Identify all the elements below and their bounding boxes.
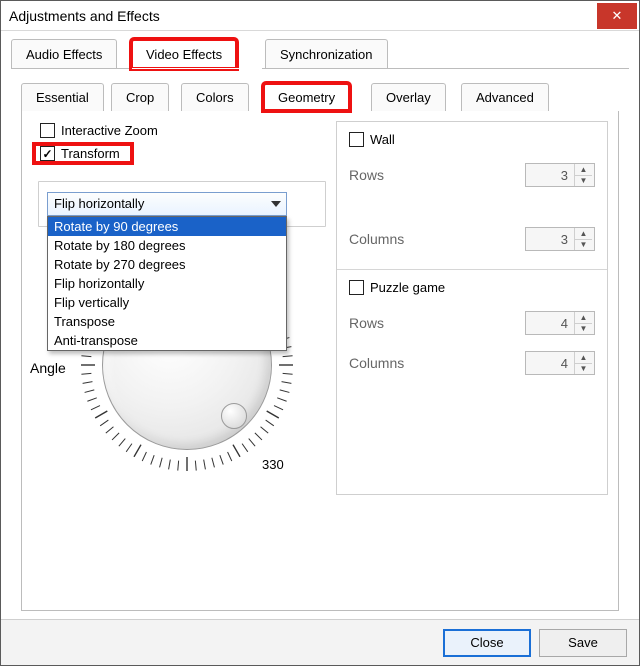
puzzle-rows-spinner[interactable]: ▲ ▼ — [525, 311, 595, 335]
wall-rows-input[interactable] — [526, 164, 574, 186]
transform-groupbox: Flip horizontally Rotate by 90 degrees R… — [38, 181, 326, 227]
wall-rows-spinner[interactable]: ▲ ▼ — [525, 163, 595, 187]
right-column: Wall Rows ▲ ▼ Columns — [336, 121, 608, 495]
transform-label: Transform — [61, 146, 120, 161]
wall-cols-label: Columns — [349, 231, 404, 247]
dropdown-option[interactable]: Rotate by 180 degrees — [48, 236, 286, 255]
tab-synchronization[interactable]: Synchronization — [265, 39, 388, 69]
dropdown-option[interactable]: Rotate by 270 degrees — [48, 255, 286, 274]
interactive-zoom-label: Interactive Zoom — [61, 123, 158, 138]
dial-handle-icon[interactable] — [221, 403, 247, 429]
tab-video-effects[interactable]: Video Effects — [131, 39, 237, 69]
wall-checkbox[interactable] — [349, 132, 364, 147]
puzzle-cols-row: Columns ▲ ▼ — [349, 351, 595, 375]
subtab-overlay[interactable]: Overlay — [371, 83, 446, 111]
dropdown-option[interactable]: Anti-transpose — [48, 331, 286, 350]
dial-tick-label-330: 330 — [262, 457, 284, 472]
puzzle-row[interactable]: Puzzle game — [349, 280, 595, 295]
tab-audio-effects[interactable]: Audio Effects — [11, 39, 117, 69]
window-close-button[interactable]: ✕ — [597, 3, 637, 29]
subtab-advanced[interactable]: Advanced — [461, 83, 549, 111]
wall-rows-label: Rows — [349, 167, 384, 183]
wall-rows-row: Rows ▲ ▼ — [349, 163, 595, 187]
spin-up-icon[interactable]: ▲ — [575, 164, 592, 176]
transform-dropdown-list[interactable]: Rotate by 90 degrees Rotate by 180 degre… — [47, 216, 287, 351]
puzzle-label: Puzzle game — [370, 280, 445, 295]
wall-cols-row: Columns ▲ ▼ — [349, 227, 595, 251]
puzzle-cols-label: Columns — [349, 355, 404, 371]
puzzle-checkbox[interactable] — [349, 280, 364, 295]
chevron-down-icon[interactable] — [266, 193, 286, 215]
transform-dropdown-value: Flip horizontally — [54, 196, 264, 211]
subtab-essential[interactable]: Essential — [21, 83, 104, 111]
dialog-footer: Close Save — [1, 619, 639, 665]
titlebar: Adjustments and Effects ✕ — [1, 1, 639, 31]
adjustments-window: Adjustments and Effects ✕ Audio Effects … — [0, 0, 640, 666]
main-tab-bar: Audio Effects Video Effects Synchronizat… — [11, 39, 629, 69]
puzzle-cols-input[interactable] — [526, 352, 574, 374]
puzzle-rows-row: Rows ▲ ▼ — [349, 311, 595, 335]
transform-row[interactable]: Transform — [34, 144, 132, 163]
wall-label: Wall — [370, 132, 395, 147]
window-title: Adjustments and Effects — [9, 8, 160, 24]
puzzle-cols-spinner[interactable]: ▲ ▼ — [525, 351, 595, 375]
spin-up-icon[interactable]: ▲ — [575, 352, 592, 364]
transform-dropdown[interactable]: Flip horizontally Rotate by 90 degrees R… — [47, 192, 287, 216]
dropdown-option[interactable]: Transpose — [48, 312, 286, 331]
sub-tab-bar: Essential Crop Colors Geometry Overlay A… — [21, 83, 619, 111]
puzzle-rows-input[interactable] — [526, 312, 574, 334]
close-button[interactable]: Close — [443, 629, 531, 657]
transform-checkbox[interactable] — [40, 146, 55, 161]
spin-up-icon[interactable]: ▲ — [575, 312, 592, 324]
spin-down-icon[interactable]: ▼ — [575, 240, 592, 251]
spin-down-icon[interactable]: ▼ — [575, 324, 592, 335]
spin-down-icon[interactable]: ▼ — [575, 364, 592, 375]
dropdown-option[interactable]: Flip horizontally — [48, 274, 286, 293]
wall-row[interactable]: Wall — [349, 132, 595, 147]
spin-up-icon[interactable]: ▲ — [575, 228, 592, 240]
interactive-zoom-row[interactable]: Interactive Zoom — [40, 123, 332, 138]
wall-cols-spinner[interactable]: ▲ ▼ — [525, 227, 595, 251]
angle-label: Angle — [30, 360, 66, 376]
wall-cols-input[interactable] — [526, 228, 574, 250]
puzzle-rows-label: Rows — [349, 315, 384, 331]
subtab-colors[interactable]: Colors — [181, 83, 249, 111]
geometry-panel: Interactive Zoom Transform Flip horizont… — [21, 111, 619, 611]
close-icon: ✕ — [612, 8, 623, 24]
subtab-crop[interactable]: Crop — [111, 83, 169, 111]
left-column: Interactive Zoom Transform Flip horizont… — [32, 121, 332, 495]
save-button[interactable]: Save — [539, 629, 627, 657]
interactive-zoom-checkbox[interactable] — [40, 123, 55, 138]
dropdown-option[interactable]: Rotate by 90 degrees — [48, 217, 286, 236]
subtab-geometry[interactable]: Geometry — [263, 83, 350, 111]
spin-down-icon[interactable]: ▼ — [575, 176, 592, 187]
dropdown-option[interactable]: Flip vertically — [48, 293, 286, 312]
window-body: Audio Effects Video Effects Synchronizat… — [1, 31, 639, 619]
